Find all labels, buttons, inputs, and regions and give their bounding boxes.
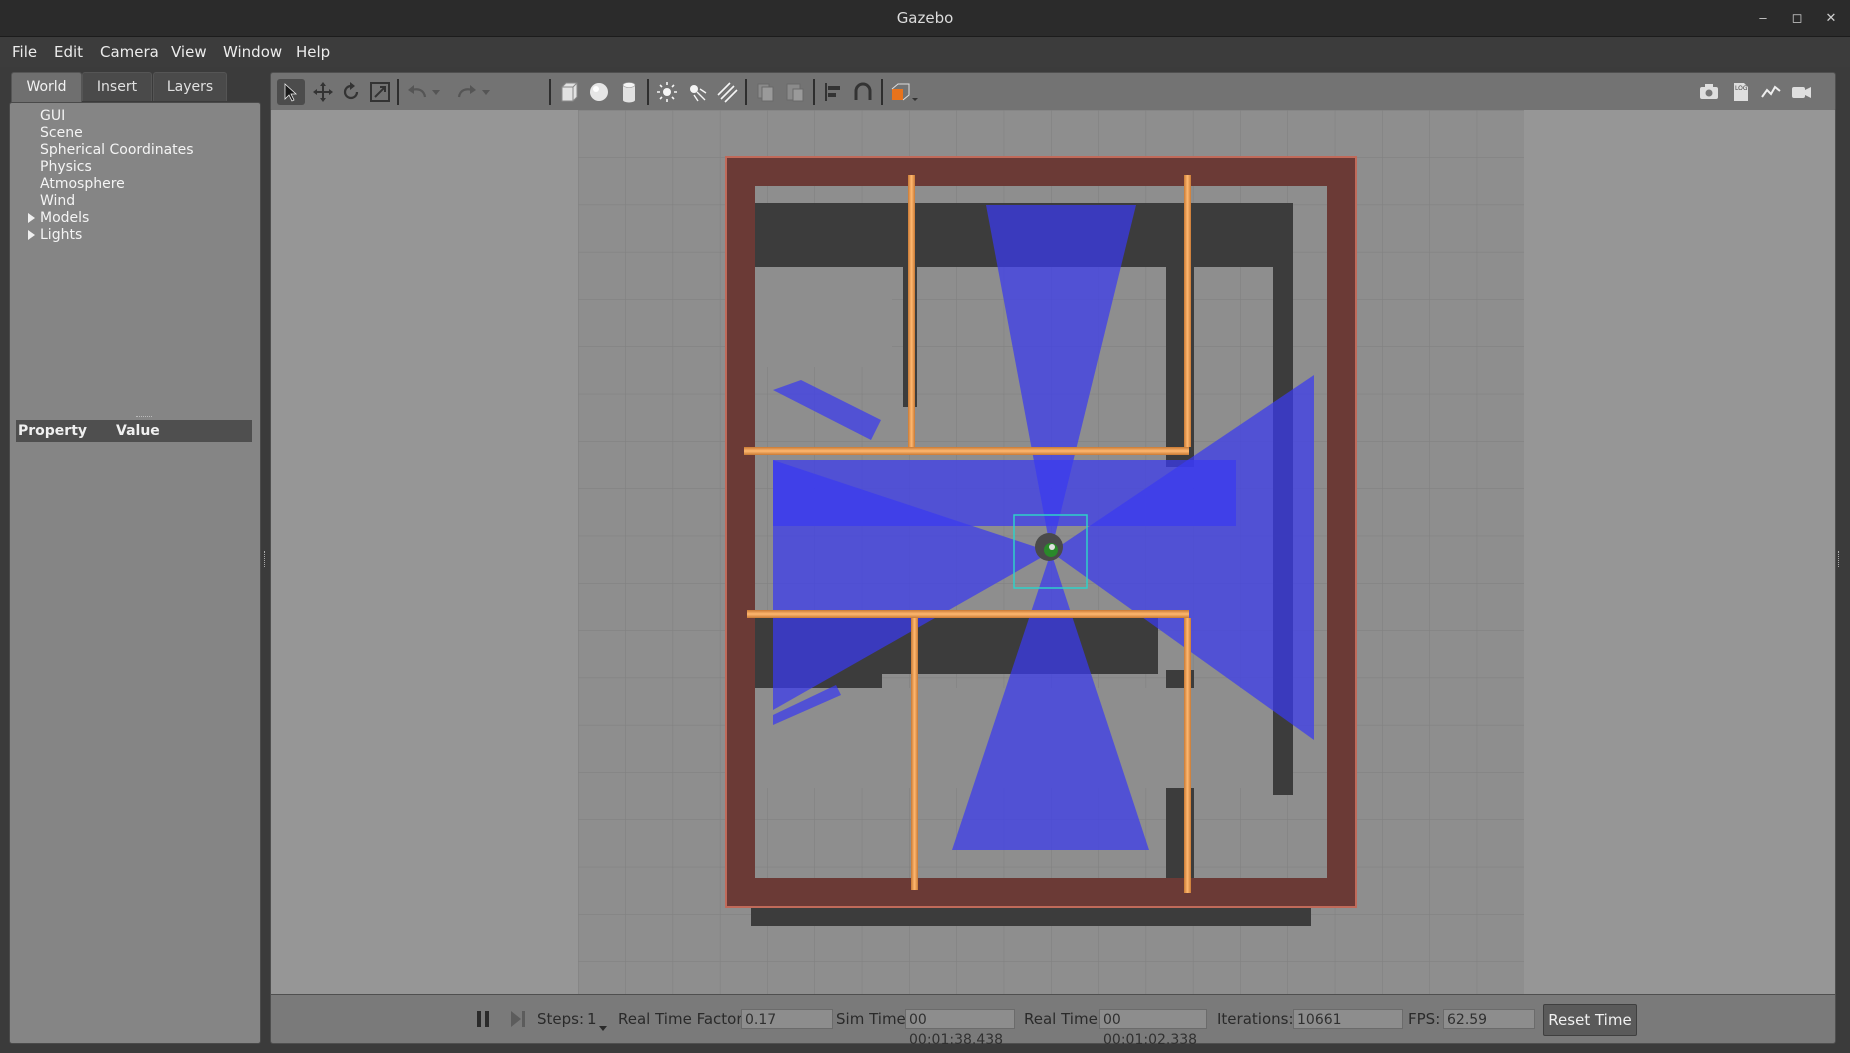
real-time-value: 00 00:01:02.338 xyxy=(1099,1009,1207,1048)
redo-history-icon[interactable] xyxy=(479,79,493,105)
scene-viewport[interactable] xyxy=(270,110,1836,994)
toolbar-separator xyxy=(881,79,883,105)
sim-time-value: 00 00:01:38.438 xyxy=(905,1009,1015,1048)
fps-label: FPS: xyxy=(1408,1010,1441,1028)
toolbar-separator xyxy=(549,79,551,105)
value-column-header: Value xyxy=(116,423,160,439)
menu-view[interactable]: View xyxy=(171,37,207,67)
iterations-label: Iterations: xyxy=(1217,1010,1294,1028)
plot-icon[interactable] xyxy=(1757,79,1785,105)
rotate-icon[interactable] xyxy=(337,79,365,105)
tab-layers[interactable]: Layers xyxy=(153,72,227,101)
world-panel: GUI Scene Spherical Coordinates Physics … xyxy=(9,102,261,1044)
undo-history-icon[interactable] xyxy=(429,79,443,105)
tree-item-lights[interactable]: Lights xyxy=(28,227,83,244)
minimize-icon[interactable]: – xyxy=(1753,8,1773,28)
close-icon[interactable]: ✕ xyxy=(1821,8,1841,28)
expand-arrow-icon[interactable] xyxy=(28,213,35,223)
translate-icon[interactable] xyxy=(309,79,337,105)
scale-icon[interactable] xyxy=(366,79,394,105)
menu-bar: File Edit Camera View Window Help xyxy=(0,37,1850,67)
menu-file[interactable]: File xyxy=(12,37,37,67)
sphere-icon[interactable] xyxy=(585,79,613,105)
step-icon[interactable] xyxy=(509,1010,527,1028)
screenshot-icon[interactable] xyxy=(1695,79,1723,105)
toolbar-separator xyxy=(813,79,815,105)
video-record-icon[interactable] xyxy=(1787,79,1815,105)
tree-item-label: Lights xyxy=(40,227,83,243)
panel-splitter-handle[interactable] xyxy=(136,416,152,419)
real-time-factor-label: Real Time Factor: xyxy=(618,1010,748,1028)
select-icon[interactable] xyxy=(277,79,305,105)
toolbar-separator xyxy=(647,79,649,105)
redo-icon[interactable] xyxy=(453,79,481,105)
tree-item-gui[interactable]: GUI xyxy=(40,108,65,125)
pause-icon[interactable] xyxy=(475,1010,491,1028)
tree-item-scene[interactable]: Scene xyxy=(40,125,83,142)
tree-item-wind[interactable]: Wind xyxy=(40,193,75,210)
window-title: Gazebo xyxy=(896,9,954,27)
fps-value: 62.59 xyxy=(1443,1009,1535,1029)
steps-value[interactable]: 1 xyxy=(587,995,597,1043)
left-splitter-handle[interactable] xyxy=(264,551,267,567)
tree-item-atmosphere[interactable]: Atmosphere xyxy=(40,176,125,193)
spot-light-icon[interactable] xyxy=(683,79,711,105)
view-angle-icon[interactable] xyxy=(887,79,921,105)
reset-time-button[interactable]: Reset Time xyxy=(1543,1004,1637,1036)
property-column-header: Property xyxy=(18,423,88,439)
tree-item-spherical-coordinates[interactable]: Spherical Coordinates xyxy=(40,142,194,159)
undo-icon[interactable] xyxy=(403,79,431,105)
steps-label: Steps: xyxy=(537,1010,585,1028)
tab-world[interactable]: World xyxy=(11,72,82,103)
menu-window[interactable]: Window xyxy=(223,37,282,67)
tab-insert[interactable]: Insert xyxy=(82,72,152,101)
sim-time-label: Sim Time: xyxy=(836,1010,911,1028)
toolbar: LOG xyxy=(270,72,1836,112)
robot-model[interactable] xyxy=(1035,533,1063,561)
snap-icon[interactable] xyxy=(849,79,877,105)
directional-light-icon[interactable] xyxy=(713,79,741,105)
tree-item-label: Models xyxy=(40,210,90,226)
maximize-icon[interactable]: ◻ xyxy=(1787,8,1807,28)
log-icon[interactable]: LOG xyxy=(1727,79,1755,105)
align-icon[interactable] xyxy=(819,79,847,105)
real-time-label: Real Time: xyxy=(1024,1010,1103,1028)
menu-help[interactable]: Help xyxy=(296,37,330,67)
tree-item-physics[interactable]: Physics xyxy=(40,159,92,176)
menu-camera[interactable]: Camera xyxy=(100,37,159,67)
toolbar-separator xyxy=(745,79,747,105)
toolbar-separator xyxy=(397,79,399,105)
box-icon[interactable] xyxy=(555,79,583,105)
status-bar: Steps: 1 Real Time Factor: 0.17 Sim Time… xyxy=(270,994,1836,1048)
steps-dropdown-icon[interactable] xyxy=(599,1019,607,1037)
svg-text:LOG: LOG xyxy=(1735,85,1748,92)
right-splitter-handle[interactable] xyxy=(1838,551,1841,567)
menu-edit[interactable]: Edit xyxy=(54,37,83,67)
window-titlebar: Gazebo – ◻ ✕ xyxy=(0,0,1850,37)
property-table-header: Property Value xyxy=(16,420,252,442)
scene-render[interactable] xyxy=(271,110,1835,994)
point-light-icon[interactable] xyxy=(653,79,681,105)
cylinder-icon[interactable] xyxy=(615,79,643,105)
iterations-value: 10661 xyxy=(1293,1009,1403,1029)
real-time-factor-value: 0.17 xyxy=(741,1009,833,1029)
tree-item-models[interactable]: Models xyxy=(28,210,90,227)
paste-icon[interactable] xyxy=(781,79,809,105)
copy-icon[interactable] xyxy=(751,79,779,105)
expand-arrow-icon[interactable] xyxy=(28,230,35,240)
